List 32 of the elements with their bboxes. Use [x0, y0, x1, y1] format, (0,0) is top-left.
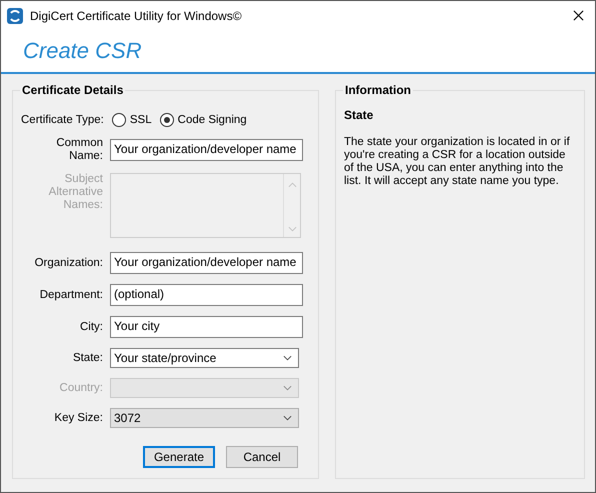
- radio-label: SSL: [130, 114, 152, 126]
- field-label: State:: [72, 352, 103, 364]
- field-label: Certificate Type:: [21, 114, 104, 126]
- info-text: The state your organization is located in or if you're creating a CSR for a location outside of the USA, you can enter anything into the list. It will accept any state name you type.: [344, 136, 571, 188]
- field-label: Key Size:: [53, 412, 103, 424]
- text-field[interactable]: (optional): [110, 284, 303, 306]
- info-heading: State: [344, 108, 374, 122]
- page-title: Create CSR: [23, 40, 142, 62]
- close-icon[interactable]: [573, 10, 584, 21]
- text-field[interactable]: Your organization/developer name: [110, 252, 303, 274]
- dropdown[interactable]: 3072: [110, 408, 299, 428]
- text-field[interactable]: Your city: [110, 316, 303, 338]
- chevron-down-icon: [283, 385, 292, 391]
- field-label: Organization:: [34, 256, 103, 270]
- dialog-button[interactable]: Cancel: [226, 446, 298, 468]
- chevron-down-icon: [283, 415, 292, 421]
- chevron-down-icon: [283, 355, 292, 361]
- group-title: Certificate Details: [20, 83, 126, 97]
- dialog-button[interactable]: Generate: [143, 446, 215, 468]
- radio-button[interactable]: [160, 113, 174, 127]
- radio-button[interactable]: [112, 113, 126, 127]
- group-title: Information: [343, 83, 413, 97]
- window-title: DigiCert Certificate Utility for Windows©: [30, 8, 243, 22]
- field-label: Department:: [38, 288, 103, 302]
- app-logo-icon: [7, 8, 23, 24]
- field-label: City:: [79, 320, 103, 334]
- field-label: Country:: [58, 382, 103, 394]
- dropdown[interactable]: Your state/province: [110, 348, 299, 368]
- field-label: Subject Alternative Names:: [48, 173, 103, 212]
- radio-label: Code Signing: [178, 114, 247, 126]
- text-field[interactable]: Your organization/developer name: [110, 139, 303, 161]
- field-label: Common Name:: [55, 137, 103, 163]
